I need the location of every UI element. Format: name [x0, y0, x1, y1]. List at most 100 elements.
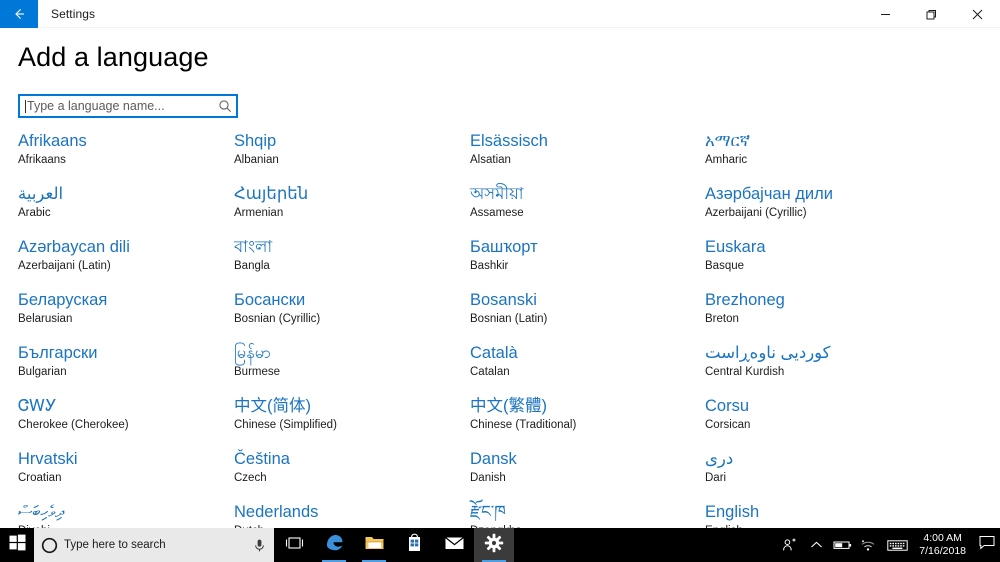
language-native-name[interactable]: Shqip: [234, 131, 460, 152]
language-native-name[interactable]: Elsässisch: [470, 131, 695, 152]
language-native-name[interactable]: Азәрбајчан дили: [705, 184, 972, 205]
window-titlebar: Settings: [0, 0, 1000, 28]
taskbar-app-edge[interactable]: [314, 528, 354, 562]
language-native-name[interactable]: Azərbaycan dili: [18, 237, 224, 258]
language-native-name[interactable]: Hrvatski: [18, 449, 224, 470]
action-center-button[interactable]: [974, 528, 1000, 562]
language-english-name: Amharic: [705, 154, 748, 166]
language-native-name[interactable]: Босански: [234, 290, 460, 311]
language-item[interactable]: ᏣᎳᎩ Cherokee (Cherokee): [0, 396, 234, 449]
language-native-name[interactable]: 中文(繁體): [470, 396, 695, 417]
language-item[interactable]: Беларуская Belarusian: [0, 290, 234, 343]
language-native-name[interactable]: Čeština: [234, 449, 460, 470]
language-item[interactable]: Brezhoneg Breton: [705, 290, 982, 343]
task-view-button[interactable]: [274, 528, 314, 562]
language-english-name: Azerbaijani (Cyrillic): [705, 207, 807, 219]
action-center-icon: [979, 535, 995, 555]
taskbar-app-microsoft-store[interactable]: [394, 528, 434, 562]
battery-icon[interactable]: [829, 528, 855, 562]
language-english-name: Bangla: [234, 260, 270, 272]
microphone-icon[interactable]: [244, 538, 274, 553]
language-item[interactable]: Bosanski Bosnian (Latin): [470, 290, 705, 343]
language-native-name[interactable]: Български: [18, 343, 224, 364]
language-native-name[interactable]: Nederlands: [234, 502, 460, 523]
language-native-name[interactable]: Euskara: [705, 237, 972, 258]
language-native-name[interactable]: ދިވެހިބަސް: [18, 502, 224, 523]
language-item[interactable]: Azərbaycan dili Azerbaijani (Latin): [0, 237, 234, 290]
language-native-name[interactable]: Català: [470, 343, 695, 364]
taskbar-app-settings[interactable]: [474, 528, 514, 562]
language-item[interactable]: Български Bulgarian: [0, 343, 234, 396]
language-native-name[interactable]: کوردیی ناوەڕاست: [705, 343, 972, 364]
chevron-up-icon[interactable]: [803, 528, 829, 562]
language-native-name[interactable]: دری: [705, 449, 972, 470]
language-native-name[interactable]: Brezhoneg: [705, 290, 972, 311]
language-item[interactable]: Босански Bosnian (Cyrillic): [234, 290, 470, 343]
page-title: Add a language: [18, 42, 209, 72]
language-search-box[interactable]: [18, 94, 238, 118]
restore-button[interactable]: [908, 0, 954, 28]
language-native-name[interactable]: Corsu: [705, 396, 972, 417]
taskbar-app-mail[interactable]: [434, 528, 474, 562]
gear-icon: [484, 533, 504, 558]
language-native-name[interactable]: English: [705, 502, 972, 523]
language-native-name[interactable]: Беларуская: [18, 290, 224, 311]
language-native-name[interactable]: ᏣᎳᎩ: [18, 396, 224, 417]
language-native-name[interactable]: العربية: [18, 184, 224, 205]
language-native-name[interactable]: Afrikaans: [18, 131, 224, 152]
language-item[interactable]: မြန်မာ Burmese: [234, 343, 470, 396]
search-input[interactable]: [26, 96, 214, 116]
language-item[interactable]: অসমীয়া Assamese: [470, 184, 705, 237]
language-native-name[interactable]: 中文(简体): [234, 396, 460, 417]
language-item[interactable]: Shqip Albanian: [234, 131, 470, 184]
language-item[interactable]: دری Dari: [705, 449, 982, 502]
language-item[interactable]: Азәрбајчан дили Azerbaijani (Cyrillic): [705, 184, 982, 237]
language-item[interactable]: Հայերեն Armenian: [234, 184, 470, 237]
language-item[interactable]: বাংলা Bangla: [234, 237, 470, 290]
language-item[interactable]: Afrikaans Afrikaans: [0, 131, 234, 184]
language-native-name[interactable]: རྫོང་ཁ: [470, 502, 695, 523]
language-english-name: Central Kurdish: [705, 366, 785, 378]
language-native-name[interactable]: বাংলা: [234, 237, 460, 258]
wifi-icon[interactable]: [855, 528, 881, 562]
settings-window: Settings Add a language Type a language …: [0, 0, 1000, 562]
language-item[interactable]: አማርኛ Amharic: [705, 131, 982, 184]
language-native-name[interactable]: Bosanski: [470, 290, 695, 311]
language-english-name: Corsican: [705, 419, 751, 431]
language-list[interactable]: Afrikaans Afrikaans Shqip Albanian Elsässisc…: [0, 131, 1000, 534]
clock-date: 7/16/2018: [919, 545, 966, 557]
search-icon[interactable]: [214, 99, 236, 113]
language-item[interactable]: Dansk Danish: [470, 449, 705, 502]
language-item[interactable]: العربية Arabic: [0, 184, 234, 237]
taskbar: Type here to search 4:00 AM 7/16/2018: [0, 528, 1000, 562]
language-item[interactable]: Башҡорт Bashkir: [470, 237, 705, 290]
language-item[interactable]: 中文(繁體) Chinese (Traditional): [470, 396, 705, 449]
language-english-name: Bulgarian: [18, 366, 67, 378]
taskbar-app-file-explorer[interactable]: [354, 528, 394, 562]
people-icon[interactable]: [777, 528, 803, 562]
language-native-name[interactable]: မြန်မာ: [234, 343, 460, 364]
language-item[interactable]: 中文(简体) Chinese (Simplified): [234, 396, 470, 449]
language-item[interactable]: Čeština Czech: [234, 449, 470, 502]
language-item[interactable]: Corsu Corsican: [705, 396, 982, 449]
close-button[interactable]: [954, 0, 1000, 28]
language-native-name[interactable]: Dansk: [470, 449, 695, 470]
language-item[interactable]: Català Catalan: [470, 343, 705, 396]
task-view-icon: [285, 535, 304, 556]
start-button[interactable]: [0, 528, 34, 562]
language-item[interactable]: Hrvatski Croatian: [0, 449, 234, 502]
language-item[interactable]: کوردیی ناوەڕاست Central Kurdish: [705, 343, 982, 396]
language-english-name: Czech: [234, 472, 267, 484]
language-item[interactable]: Euskara Basque: [705, 237, 982, 290]
language-item[interactable]: Elsässisch Alsatian: [470, 131, 705, 184]
clock[interactable]: 4:00 AM 7/16/2018: [913, 528, 974, 562]
language-native-name[interactable]: Հայերեն: [234, 184, 460, 205]
taskbar-search-box[interactable]: Type here to search: [34, 528, 274, 562]
language-native-name[interactable]: Башҡорт: [470, 237, 695, 258]
microsoft-store-icon: [405, 533, 424, 558]
language-native-name[interactable]: አማርኛ: [705, 131, 972, 152]
language-native-name[interactable]: অসমীয়া: [470, 184, 695, 205]
back-button[interactable]: [0, 0, 38, 28]
minimize-button[interactable]: [862, 0, 908, 28]
keyboard-icon[interactable]: [881, 528, 913, 562]
